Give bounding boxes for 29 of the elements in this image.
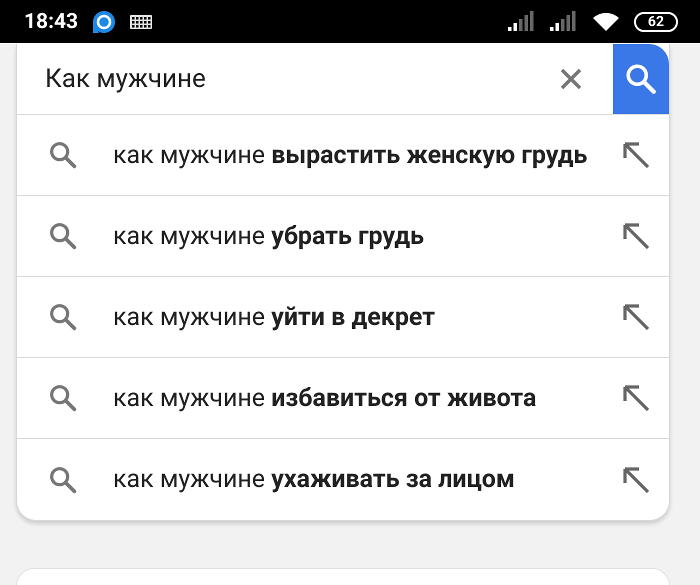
arrow-icon[interactable] bbox=[621, 302, 651, 332]
suggestion-text: как мужчине избавиться от живота bbox=[112, 382, 538, 414]
close-icon bbox=[559, 67, 583, 91]
search-icon bbox=[47, 220, 79, 252]
status-time: 18:43 bbox=[24, 10, 78, 34]
suggestion-item[interactable]: как мужчине ухаживать за лицом bbox=[17, 439, 669, 520]
signal-icon bbox=[508, 10, 536, 32]
suggestion-text: как мужчине вырастить женскую грудь bbox=[112, 140, 588, 172]
search-field[interactable]: Как мужчине bbox=[17, 44, 613, 114]
battery-level: 62 bbox=[634, 12, 678, 32]
app-icon bbox=[92, 10, 116, 34]
suggestion-text: как мужчине ухаживать за лицом bbox=[112, 464, 516, 496]
search-icon bbox=[47, 382, 79, 414]
arrow-icon[interactable] bbox=[621, 464, 651, 494]
search-icon bbox=[47, 301, 79, 333]
search-button[interactable] bbox=[613, 44, 669, 114]
arrow-icon[interactable] bbox=[621, 221, 651, 251]
signal-icon bbox=[550, 10, 578, 32]
suggestion-item[interactable]: как мужчине вырастить женскую грудь bbox=[17, 115, 669, 196]
keyboard-icon bbox=[130, 14, 152, 28]
arrow-icon[interactable] bbox=[621, 140, 651, 170]
suggestion-item[interactable]: как мужчине избавиться от живота bbox=[17, 358, 669, 439]
suggestion-item[interactable]: как мужчине убрать грудь bbox=[17, 196, 669, 277]
arrow-icon[interactable] bbox=[621, 383, 651, 413]
suggestion-text: как мужчине уйти в декрет bbox=[112, 302, 436, 334]
suggestion-text: как мужчине убрать грудь bbox=[112, 220, 425, 252]
wifi-icon bbox=[592, 10, 620, 32]
search-icon bbox=[47, 139, 79, 171]
suggestion-item[interactable]: как мужчине уйти в декрет bbox=[17, 277, 669, 358]
